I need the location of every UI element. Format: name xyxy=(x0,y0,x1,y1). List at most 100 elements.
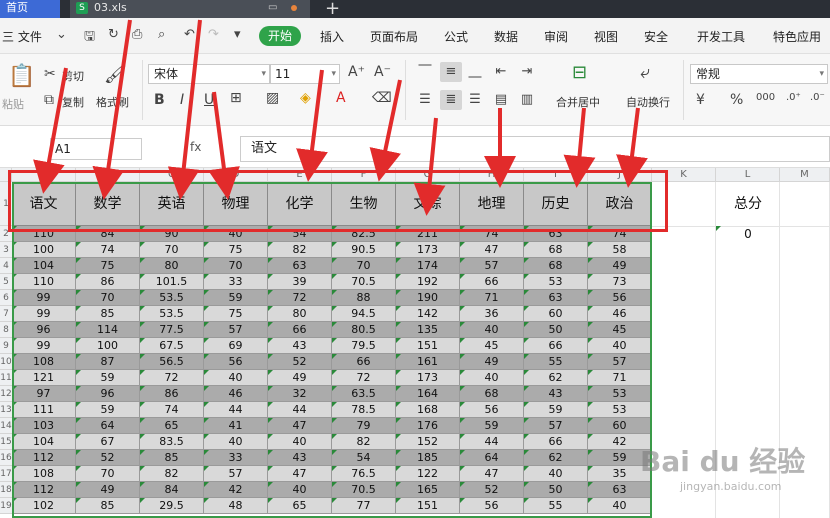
data-cell[interactable]: 44 xyxy=(268,402,332,418)
data-cell[interactable]: 59 xyxy=(524,402,588,418)
data-cell[interactable]: 85 xyxy=(140,450,204,466)
data-cell[interactable]: 49 xyxy=(268,370,332,386)
format-painter-button[interactable]: 格式刷 xyxy=(96,94,129,110)
data-cell[interactable]: 62 xyxy=(524,450,588,466)
data-cell[interactable]: 110 xyxy=(12,226,76,242)
file-menu[interactable]: 三 文件 xyxy=(2,28,42,45)
data-cell[interactable]: 65 xyxy=(268,498,332,514)
row-number[interactable]: 10 xyxy=(0,354,12,370)
data-cell[interactable]: 46 xyxy=(588,306,652,322)
data-cell[interactable]: 80 xyxy=(140,258,204,274)
data-cell[interactable]: 77 xyxy=(332,498,396,514)
font-size-select[interactable]: 11 ▾ xyxy=(270,64,340,84)
data-cell[interactable]: 185 xyxy=(396,450,460,466)
data-cell[interactable]: 97 xyxy=(12,386,76,402)
increase-font-icon[interactable]: A⁺ xyxy=(348,64,365,80)
data-cell[interactable]: 64 xyxy=(460,450,524,466)
data-cell[interactable]: 70 xyxy=(140,242,204,258)
select-all-corner[interactable] xyxy=(0,168,12,182)
row-number[interactable]: 17 xyxy=(0,466,12,482)
data-cell[interactable]: 99 xyxy=(12,306,76,322)
column-header[interactable]: F xyxy=(332,168,396,182)
subject-header-cell[interactable]: 语文 xyxy=(12,182,76,226)
data-cell[interactable]: 66 xyxy=(332,354,396,370)
data-cell[interactable]: 70.5 xyxy=(332,482,396,498)
data-cell[interactable]: 43 xyxy=(524,386,588,402)
data-cell[interactable]: 86 xyxy=(140,386,204,402)
data-cell[interactable]: 40 xyxy=(268,482,332,498)
data-cell[interactable]: 80.5 xyxy=(332,322,396,338)
data-cell[interactable]: 40 xyxy=(204,434,268,450)
decrease-font-icon[interactable]: A⁻ xyxy=(374,64,391,80)
align-right-button[interactable]: ☰ xyxy=(464,90,486,110)
data-cell[interactable]: 152 xyxy=(396,434,460,450)
data-cell[interactable]: 174 xyxy=(396,258,460,274)
data-cell[interactable]: 173 xyxy=(396,242,460,258)
data-cell[interactable]: 99 xyxy=(12,338,76,354)
column-header[interactable]: K xyxy=(652,168,716,182)
add-tab-button[interactable]: + xyxy=(325,0,340,19)
data-cell[interactable]: 36 xyxy=(460,306,524,322)
data-cell[interactable]: 43 xyxy=(268,338,332,354)
column-header[interactable]: G xyxy=(396,168,460,182)
row-number[interactable]: 15 xyxy=(0,434,12,450)
data-cell[interactable]: 151 xyxy=(396,498,460,514)
data-cell[interactable]: 66 xyxy=(524,434,588,450)
data-cell[interactable]: 52 xyxy=(268,354,332,370)
data-cell[interactable]: 57 xyxy=(460,258,524,274)
subject-header-cell[interactable]: 地理 xyxy=(460,182,524,226)
data-cell[interactable]: 75 xyxy=(76,258,140,274)
align-center-button[interactable]: ≣ xyxy=(440,90,462,110)
data-cell[interactable]: 63.5 xyxy=(332,386,396,402)
data-cell[interactable]: 59 xyxy=(76,402,140,418)
data-cell[interactable]: 47 xyxy=(268,466,332,482)
data-cell[interactable]: 56 xyxy=(204,354,268,370)
data-cell[interactable]: 42 xyxy=(204,482,268,498)
data-cell[interactable]: 88 xyxy=(332,290,396,306)
wrap-text-button[interactable]: 自动换行 xyxy=(626,94,670,110)
row-number[interactable]: 4 xyxy=(0,258,12,274)
data-cell[interactable]: 86 xyxy=(76,274,140,290)
data-cell[interactable]: 94.5 xyxy=(332,306,396,322)
data-cell[interactable]: 122 xyxy=(396,466,460,482)
data-cell[interactable]: 68 xyxy=(524,242,588,258)
data-cell[interactable]: 70 xyxy=(332,258,396,274)
data-cell[interactable]: 67.5 xyxy=(140,338,204,354)
data-cell[interactable]: 29.5 xyxy=(140,498,204,514)
wrap-text-icon[interactable]: ⤶ xyxy=(640,62,650,83)
data-cell[interactable]: 59 xyxy=(460,418,524,434)
row-number[interactable]: 18 xyxy=(0,482,12,498)
data-cell[interactable]: 84 xyxy=(140,482,204,498)
data-cell[interactable]: 114 xyxy=(76,322,140,338)
more-icon[interactable]: ▾ xyxy=(234,27,241,42)
data-cell[interactable]: 71 xyxy=(588,370,652,386)
row-number[interactable]: 19 xyxy=(0,498,12,514)
data-cell[interactable]: 47 xyxy=(460,242,524,258)
currency-button[interactable]: ¥ xyxy=(696,92,705,108)
data-cell[interactable]: 78.5 xyxy=(332,402,396,418)
data-cell[interactable]: 40 xyxy=(460,370,524,386)
subject-header-cell[interactable]: 文综 xyxy=(396,182,460,226)
data-cell[interactable]: 59 xyxy=(204,290,268,306)
data-cell[interactable]: 33 xyxy=(204,450,268,466)
menu-developer[interactable]: 开发工具 xyxy=(697,28,745,45)
italic-button[interactable]: I xyxy=(180,92,184,108)
name-box[interactable]: A1 xyxy=(50,138,142,160)
data-cell[interactable]: 40 xyxy=(588,498,652,514)
data-cell[interactable]: 57 xyxy=(524,418,588,434)
row-number[interactable]: 9 xyxy=(0,338,12,354)
data-cell[interactable]: 49 xyxy=(76,482,140,498)
data-cell[interactable]: 32 xyxy=(268,386,332,402)
align-left-button[interactable]: ☰ xyxy=(414,90,436,110)
column-header[interactable]: I xyxy=(524,168,588,182)
data-cell[interactable]: 57 xyxy=(204,322,268,338)
column-header[interactable]: C xyxy=(140,168,204,182)
paste-button[interactable]: 粘贴 xyxy=(2,96,24,112)
data-cell[interactable]: 192 xyxy=(396,274,460,290)
paste-icon[interactable]: 📋 xyxy=(8,64,35,89)
data-cell[interactable]: 82.5 xyxy=(332,226,396,242)
data-cell[interactable]: 72 xyxy=(140,370,204,386)
data-cell[interactable]: 63 xyxy=(524,226,588,242)
column-header[interactable]: B xyxy=(76,168,140,182)
data-cell[interactable]: 53 xyxy=(588,402,652,418)
